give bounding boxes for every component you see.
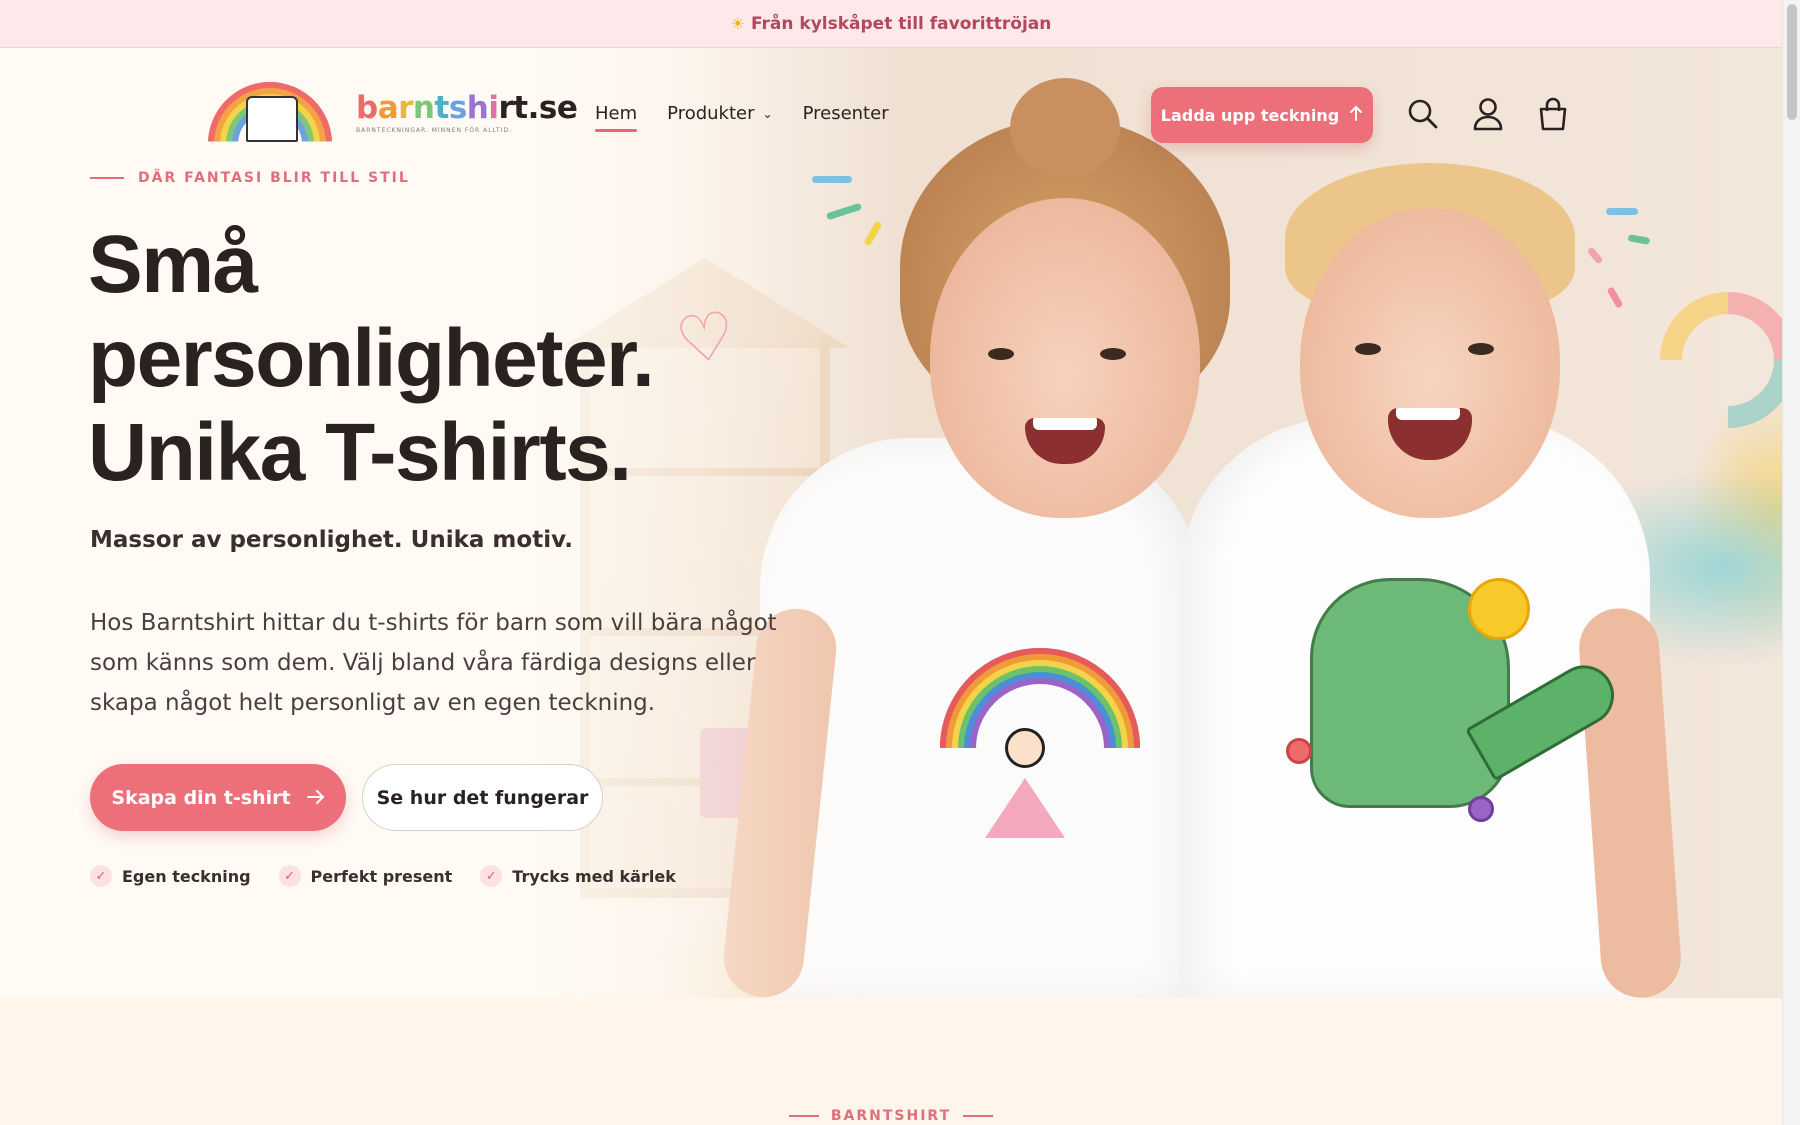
cta-primary-label: Skapa din t-shirt [111, 786, 291, 809]
check-icon: ✓ [480, 865, 503, 887]
hero-section: ♡ [0, 48, 1782, 998]
upload-button-label: Ladda upp teckning [1160, 105, 1340, 125]
nav-item-hem[interactable]: Hem [595, 103, 638, 132]
boy-face [1300, 208, 1560, 518]
next-section: BARNTSHIRT [0, 998, 1782, 1125]
brand-logo[interactable]: barntshirt.se BARNTECKNINGAR. MINNEN FÖR… [202, 82, 578, 142]
stick-girl-dress [985, 778, 1065, 838]
feature-label: Perfekt present [310, 866, 453, 886]
stick-girl-drawing [1005, 728, 1045, 768]
hero-paragraph: Hos Barntshirt hittar du t-shirts för ba… [90, 610, 777, 716]
sun-drawing [1468, 578, 1530, 640]
section-eyebrow-text: BARNTSHIRT [830, 1108, 952, 1124]
scrollbar-thumb[interactable] [1787, 4, 1797, 120]
feature-item: ✓ Trycks med kärlek [480, 865, 676, 887]
sun-icon: ☀ [730, 14, 745, 33]
headline-line: Unika T-shirts. [88, 407, 632, 498]
cta-secondary-label: Se hur det fungerar [376, 786, 589, 809]
feature-item: ✓ Perfekt present [278, 865, 453, 887]
flower-drawing [1286, 738, 1312, 764]
nav-item-presenter[interactable]: Presenter [803, 103, 889, 132]
hero-eyebrow-text: DÄR FANTASI BLIR TILL STIL [138, 170, 410, 186]
how-it-works-button[interactable]: Se hur det fungerar [362, 764, 603, 831]
announcement-bar: ☀ Från kylskåpet till favorittröjan [0, 0, 1782, 48]
feature-label: Egen teckning [122, 866, 251, 886]
headline-line: Små [88, 219, 258, 310]
hero-text-fade [0, 48, 900, 998]
chevron-down-icon: ⌄ [762, 106, 773, 121]
hero-subhead: Massor av personlighet. Unika motiv. [90, 527, 573, 553]
nav-label: Presenter [802, 103, 889, 124]
confetti [1606, 208, 1638, 215]
feature-list: ✓ Egen teckning ✓ Perfekt present ✓ Tryc… [90, 865, 676, 887]
page-scrollbar[interactable] [1782, 0, 1800, 1125]
announcement-text: Från kylskåpet till favorittröjan [751, 13, 1052, 34]
nav-label: Hem [595, 103, 638, 124]
create-tshirt-button[interactable]: Skapa din t-shirt [90, 764, 346, 831]
rainbow-tshirt-logo-icon [202, 82, 338, 142]
main-nav: Hem Produkter ⌄ Presenter [595, 103, 889, 132]
search-icon[interactable] [1405, 96, 1441, 132]
upload-drawing-button[interactable]: Ladda upp teckning [1151, 87, 1373, 143]
hero-eyebrow: DÄR FANTASI BLIR TILL STIL [90, 170, 410, 186]
shopping-bag-icon[interactable] [1535, 96, 1571, 132]
nav-label: Produkter [667, 103, 755, 124]
feature-item: ✓ Egen teckning [90, 865, 251, 887]
check-icon: ✓ [278, 865, 301, 887]
user-icon[interactable] [1470, 96, 1506, 132]
hero-headline: Små personligheter. Unika T-shirts. [88, 218, 808, 500]
brand-tagline: BARNTECKNINGAR. MINNEN FÖR ALLTID. [356, 127, 513, 134]
section-eyebrow: BARNTSHIRT [0, 1108, 1782, 1124]
confetti [812, 176, 852, 183]
brand-name: barntshirt.se [356, 90, 578, 126]
girl-face [930, 198, 1200, 518]
arrow-right-icon [306, 787, 325, 809]
feature-label: Trycks med kärlek [512, 866, 676, 886]
girl-hair-bun [1010, 78, 1120, 178]
check-icon: ✓ [90, 865, 112, 887]
flower-drawing [1468, 796, 1494, 822]
nav-item-produkter[interactable]: Produkter ⌄ [667, 103, 772, 132]
headline-line: personligheter. [88, 313, 655, 404]
arrow-up-icon [1349, 105, 1363, 125]
